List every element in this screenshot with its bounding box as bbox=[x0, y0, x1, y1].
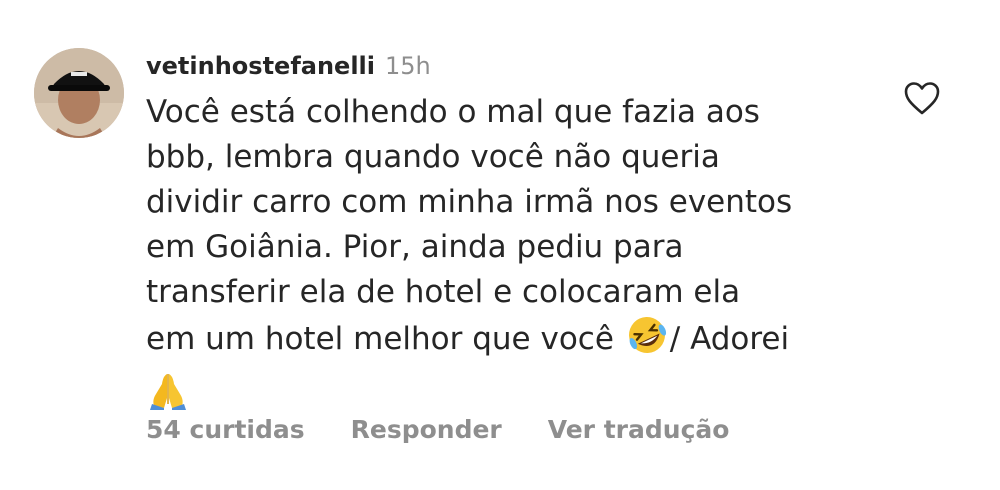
comment-line bbox=[146, 368, 876, 413]
comment-line: bbb, lembra quando você não queria bbox=[146, 139, 720, 175]
comment-actions: 54 curtidas Responder Ver tradução bbox=[146, 415, 729, 444]
avatar[interactable] bbox=[34, 48, 124, 138]
comment-body: vetinhostefanelli 15h Você está colhendo… bbox=[146, 48, 876, 413]
comment-line: em um hotel melhor que você bbox=[146, 321, 624, 357]
timestamp: 15h bbox=[385, 52, 431, 80]
reply-button[interactable]: Responder bbox=[351, 415, 502, 444]
translate-button[interactable]: Ver tradução bbox=[548, 415, 730, 444]
comment-line: Você está colhendo o mal que fazia aos bbox=[146, 94, 760, 130]
folded-hands-emoji bbox=[146, 370, 190, 414]
rolling-on-floor-laughing-emoji bbox=[624, 315, 670, 368]
comment: vetinhostefanelli 15h Você está colhendo… bbox=[0, 0, 1000, 490]
heart-icon[interactable] bbox=[902, 80, 942, 116]
comment-text: Você está colhendo o mal que fazia aos b… bbox=[146, 90, 876, 368]
comment-line: em Goiânia. Pior, ainda pediu para bbox=[146, 229, 684, 265]
comment-line: dividir carro com minha irmã nos eventos bbox=[146, 184, 793, 220]
likes-count[interactable]: 54 curtidas bbox=[146, 415, 305, 444]
username[interactable]: vetinhostefanelli bbox=[146, 52, 375, 80]
comment-line-tail: / Adorei bbox=[669, 321, 790, 357]
comment-header: vetinhostefanelli 15h bbox=[146, 48, 876, 84]
comment-line: transferir ela de hotel e colocaram ela bbox=[146, 274, 741, 310]
